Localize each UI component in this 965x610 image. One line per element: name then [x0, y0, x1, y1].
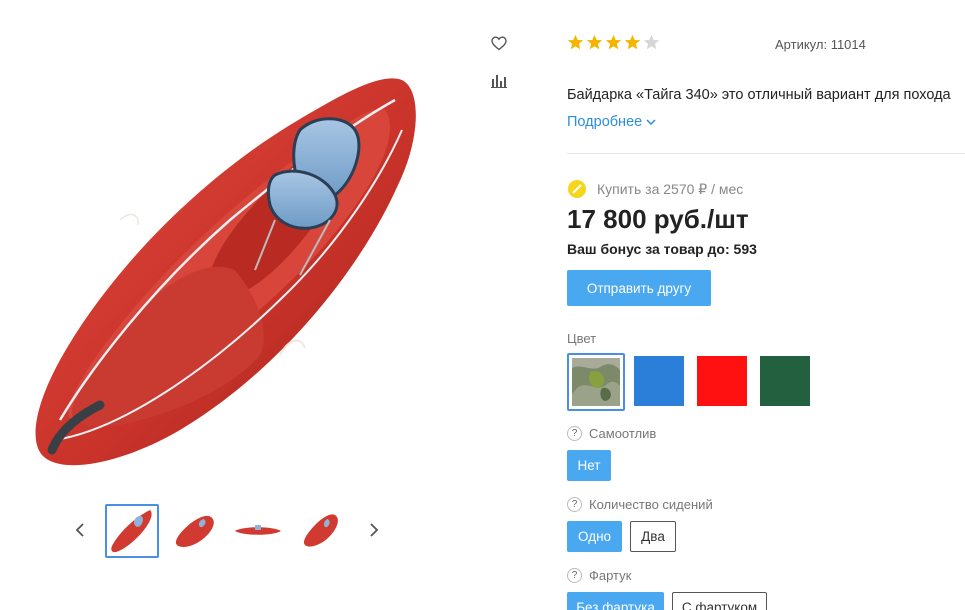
- kayak-image: [35, 78, 416, 466]
- more-details-link[interactable]: Подробнее: [567, 114, 656, 130]
- product-sku: Артикул: 11014: [775, 37, 866, 52]
- thumbnail-strip: [70, 500, 390, 560]
- self-drain-option-no[interactable]: Нет: [567, 450, 611, 481]
- kayak-thumbnail-icon: [175, 515, 214, 547]
- apron-option-without[interactable]: Без фартука: [567, 592, 664, 610]
- color-swatch-red[interactable]: [697, 356, 747, 406]
- seats-option-two[interactable]: Два: [630, 521, 676, 552]
- send-to-friend-button[interactable]: Отправить другу: [567, 270, 711, 306]
- star-filled-icon: [624, 34, 641, 50]
- chevron-down-icon: [646, 118, 656, 125]
- star-filled-icon: [586, 34, 603, 50]
- color-swatch-camo[interactable]: [567, 353, 625, 411]
- kayak-thumbnail-icon: [111, 510, 152, 553]
- thumbnail-2[interactable]: [168, 504, 222, 558]
- divider: [567, 153, 965, 154]
- kayak-thumbnail-icon: [235, 525, 281, 535]
- bonus-text: Ваш бонус за товар до: 593: [567, 241, 757, 257]
- product-price: 17 800 руб./шт: [567, 204, 749, 234]
- apron-option-with[interactable]: С фартуком: [672, 592, 767, 610]
- heart-icon: [491, 35, 507, 50]
- chevron-left-icon: [75, 523, 84, 537]
- camo-pattern-icon: [572, 358, 620, 406]
- apron-label-row: ? Фартук: [567, 568, 631, 583]
- rating-stars[interactable]: [567, 34, 660, 51]
- color-label: Цвет: [567, 331, 597, 346]
- product-info: Артикул: 11014 Байдарка «Тайга 340» это …: [567, 0, 965, 610]
- star-filled-icon: [567, 34, 584, 50]
- help-icon[interactable]: ?: [567, 426, 582, 441]
- compare-button[interactable]: [488, 70, 510, 92]
- bar-chart-icon: [491, 75, 507, 88]
- thumbnail-next-button[interactable]: [364, 518, 384, 542]
- thumbnail-prev-button[interactable]: [70, 518, 90, 542]
- help-icon[interactable]: ?: [567, 568, 582, 583]
- product-description: Байдарка «Тайга 340» это отличный вариан…: [567, 87, 951, 103]
- product-gallery: [0, 0, 530, 610]
- kayak-thumbnail-icon: [303, 514, 338, 547]
- seats-option-one[interactable]: Одно: [567, 521, 622, 552]
- self-drain-label: Самоотлив: [589, 426, 657, 441]
- thumbnail-4[interactable]: [294, 504, 348, 558]
- thumbnail-3[interactable]: [231, 504, 285, 558]
- apron-label: Фартук: [589, 568, 632, 583]
- installment-icon: [568, 180, 586, 198]
- color-swatch-green[interactable]: [760, 356, 810, 406]
- thumbnail-1[interactable]: [105, 504, 159, 558]
- installment-text: Купить за 2570 ₽ / мес: [597, 180, 744, 197]
- self-drain-label-row: ? Самоотлив: [567, 426, 656, 441]
- chevron-right-icon: [370, 523, 379, 537]
- help-icon[interactable]: ?: [567, 497, 582, 512]
- star-filled-icon: [605, 34, 622, 50]
- star-empty-icon: [643, 34, 660, 50]
- seats-label: Количество сидений: [589, 497, 713, 512]
- more-details-label: Подробнее: [567, 114, 643, 130]
- main-product-image[interactable]: [30, 70, 430, 480]
- wishlist-button[interactable]: [488, 32, 510, 54]
- seats-label-row: ? Количество сидений: [567, 497, 713, 512]
- color-swatch-blue[interactable]: [634, 356, 684, 406]
- installment-offer[interactable]: Купить за 2570 ₽ / мес: [567, 179, 743, 199]
